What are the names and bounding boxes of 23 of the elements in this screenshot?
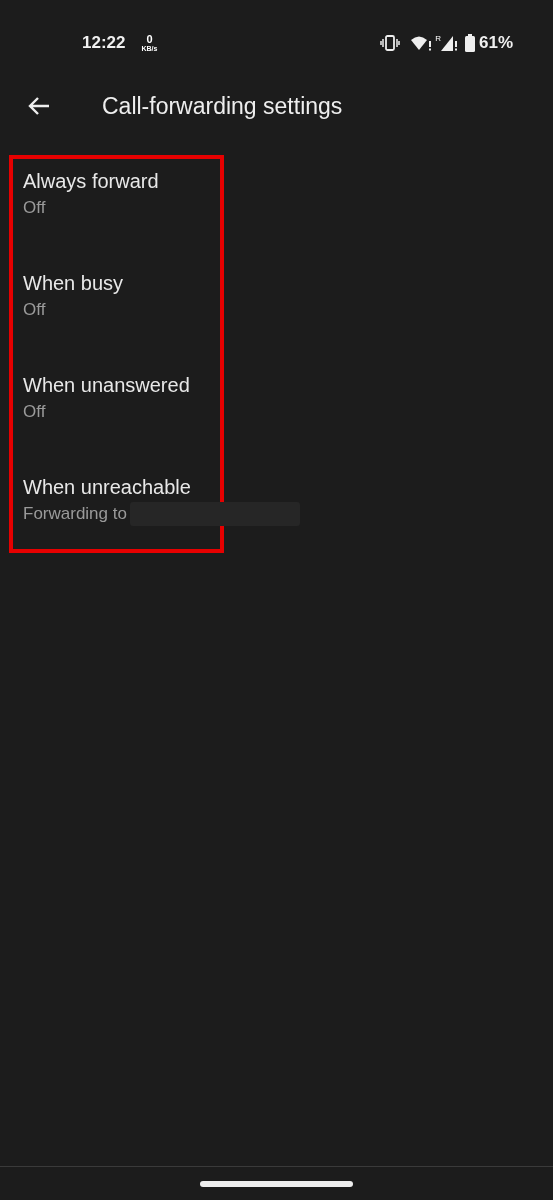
item-summary: Forwarding to bbox=[23, 503, 127, 525]
item-title: When busy bbox=[23, 271, 125, 296]
settings-item[interactable]: When unanswered Off bbox=[13, 371, 303, 473]
item-summary: Off bbox=[23, 401, 46, 423]
battery-icon bbox=[464, 33, 475, 52]
item-summary: Off bbox=[23, 299, 46, 321]
vibrate-icon bbox=[380, 34, 401, 51]
clock: 12:22 bbox=[82, 31, 126, 54]
item-title: When unanswered bbox=[23, 373, 191, 398]
item-summary: Off bbox=[23, 197, 46, 219]
item-title: Always forward bbox=[23, 169, 160, 194]
battery-percentage: 61% bbox=[478, 31, 513, 54]
back-arrow-icon bbox=[27, 96, 51, 116]
wifi-icon bbox=[410, 34, 433, 51]
net-speed-value: 0 bbox=[146, 33, 153, 45]
roaming-mark: R bbox=[435, 34, 441, 43]
home-indicator[interactable] bbox=[200, 1180, 353, 1187]
signal-icon bbox=[440, 34, 457, 51]
settings-item[interactable]: Always forward Off bbox=[13, 167, 303, 269]
item-title: When unreachable bbox=[23, 475, 192, 500]
page-title: Call-forwarding settings bbox=[102, 91, 343, 121]
settings-item[interactable]: When busy Off bbox=[13, 269, 303, 371]
settings-item[interactable]: When unreachable Forwarding to bbox=[13, 473, 303, 543]
